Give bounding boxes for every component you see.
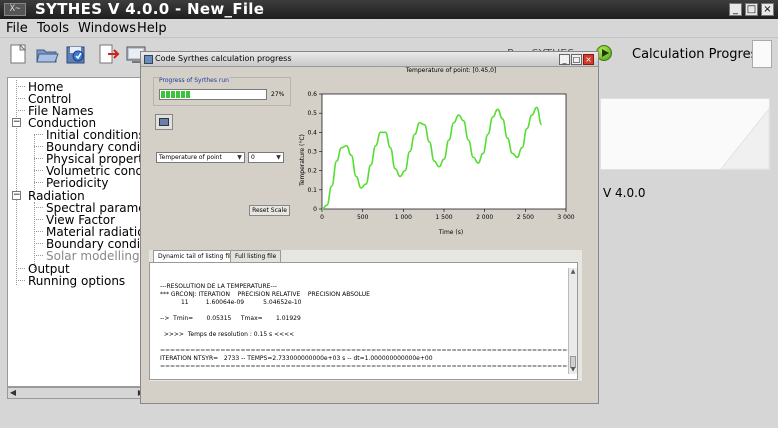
- progress-group: Progress of Syrthes run 27%: [153, 77, 291, 106]
- new-file-icon[interactable]: [5, 42, 31, 68]
- log-line: >>>> Temps de resolution : 0.15 s <<<<: [160, 331, 295, 338]
- progress-segment: [171, 91, 175, 98]
- progress-segment: [186, 91, 190, 98]
- x-tick-label: 2 500: [517, 214, 534, 221]
- navigation-tree: Home Control File Names − Conduction Ini…: [7, 77, 147, 387]
- tree-item-periodicity[interactable]: Periodicity: [46, 177, 109, 189]
- point-select[interactable]: 0 ▼: [248, 152, 284, 163]
- progress-bar: [159, 89, 267, 100]
- x-tick-label: 0: [320, 214, 324, 221]
- calculation-progress-indicator: [752, 40, 772, 68]
- log-line: *** GRCONJ: ITERATION PRECISION RELATIVE…: [160, 291, 370, 298]
- dialog-app-icon: [144, 55, 153, 64]
- chart-svg: Temperature of point: [0.45,0] Time (s) …: [299, 67, 575, 236]
- menu-help[interactable]: Help: [137, 20, 167, 37]
- log-vertical-scrollbar[interactable]: ▲ ▼: [568, 268, 577, 374]
- y-tick-label: 0: [313, 206, 317, 213]
- scroll-up-icon[interactable]: ▲: [569, 268, 577, 276]
- listing-tabs: Dynamic tail of listing file Full listin…: [149, 250, 582, 381]
- menu-windows[interactable]: Windows: [78, 20, 136, 37]
- calculation-progress-dialog: Code Syrthes calculation progress _ □ × …: [140, 51, 599, 404]
- progress-segment: [166, 91, 170, 98]
- scroll-down-icon[interactable]: ▼: [569, 366, 577, 374]
- y-tick-label: 0.2: [307, 168, 317, 175]
- y-tick-label: 0.1: [307, 187, 317, 194]
- progress-percent: 27%: [271, 91, 285, 98]
- y-tick-label: 0.5: [307, 110, 317, 117]
- point-select-value: 0: [251, 154, 255, 161]
- collapse-radiation-icon[interactable]: −: [12, 191, 21, 200]
- tab-full-listing[interactable]: Full listing file: [230, 250, 282, 262]
- dialog-title: Code Syrthes calculation progress: [155, 54, 292, 63]
- save-icon[interactable]: [63, 42, 89, 68]
- chevron-down-icon: ▼: [276, 154, 281, 161]
- export-icon[interactable]: [94, 42, 120, 68]
- title-bar: X~ SYTHES V 4.0.0 - New_File _ □ ×: [0, 0, 778, 19]
- x-tick-label: 1 000: [395, 214, 412, 221]
- progress-segment: [176, 91, 180, 98]
- listing-log[interactable]: ---RESOLUTION DE LA TEMPERATURE--- *** G…: [149, 262, 578, 380]
- calculation-progress-label[interactable]: Calculation Progress: [632, 47, 764, 62]
- progress-segment: [181, 91, 185, 98]
- y-tick-label: 0.6: [307, 91, 317, 98]
- x-tick-label: 500: [357, 214, 369, 221]
- close-button[interactable]: ×: [761, 3, 774, 16]
- collapse-conduction-icon[interactable]: −: [12, 118, 21, 127]
- menu-tools[interactable]: Tools: [37, 20, 69, 37]
- log-line: --> Tmin= 0.05315 Tmax= 1.01929: [160, 315, 301, 322]
- chevron-down-icon: ▼: [237, 154, 242, 161]
- chart-title: Temperature of point: [0.45,0]: [405, 67, 497, 74]
- variable-select-value: Temperature of point: [159, 154, 222, 161]
- progress-segment: [161, 91, 165, 98]
- tree-horizontal-scrollbar[interactable]: ◀ ▶: [7, 387, 147, 399]
- version-label: V 4.0.0: [603, 186, 646, 200]
- variable-select[interactable]: Temperature of point ▼: [156, 152, 245, 163]
- x-tick-label: 1 500: [435, 214, 452, 221]
- log-line: 11 1.60064e-09 5.04652e-10: [160, 299, 302, 306]
- preview-panel: [600, 98, 770, 170]
- chart-x-label: Time (s): [438, 229, 463, 236]
- chart-y-label: Temperature (°C): [299, 134, 306, 187]
- image-icon: [159, 118, 169, 126]
- tree-item-solar-modelling: Solar modelling: [46, 249, 140, 263]
- log-separator: ========================================…: [160, 363, 578, 370]
- reset-scale-button[interactable]: Reset Scale: [249, 205, 290, 216]
- plot-area: [321, 93, 567, 210]
- y-tick-label: 0.3: [307, 149, 317, 156]
- menu-bar: File Tools Windows Help: [0, 19, 778, 38]
- scroll-left-icon[interactable]: ◀: [8, 388, 18, 398]
- maximize-button[interactable]: □: [745, 3, 758, 16]
- window-title: SYTHES V 4.0.0 - New_File: [35, 0, 265, 18]
- tree-item-running-options[interactable]: Running options: [28, 275, 125, 287]
- open-folder-icon[interactable]: [34, 42, 60, 68]
- save-image-button[interactable]: [155, 114, 173, 130]
- x-tick-label: 3 000: [557, 214, 574, 221]
- log-line: ITERATION NTSYR= 2733 -- TEMPS=2.7330000…: [160, 355, 433, 362]
- minimize-button[interactable]: _: [729, 3, 742, 16]
- tab-dynamic-tail[interactable]: Dynamic tail of listing file: [153, 250, 240, 262]
- y-tick-label: 0.4: [307, 129, 317, 136]
- log-separator: ========================================…: [160, 347, 578, 354]
- x-tick-label: 2 000: [476, 214, 493, 221]
- menu-file[interactable]: File: [6, 20, 28, 37]
- log-line: ---RESOLUTION DE LA TEMPERATURE---: [160, 283, 277, 290]
- progress-group-label: Progress of Syrthes run: [159, 77, 229, 84]
- temperature-chart: Temperature of point: [0.45,0] Time (s) …: [294, 52, 596, 238]
- app-icon[interactable]: X~: [4, 3, 26, 16]
